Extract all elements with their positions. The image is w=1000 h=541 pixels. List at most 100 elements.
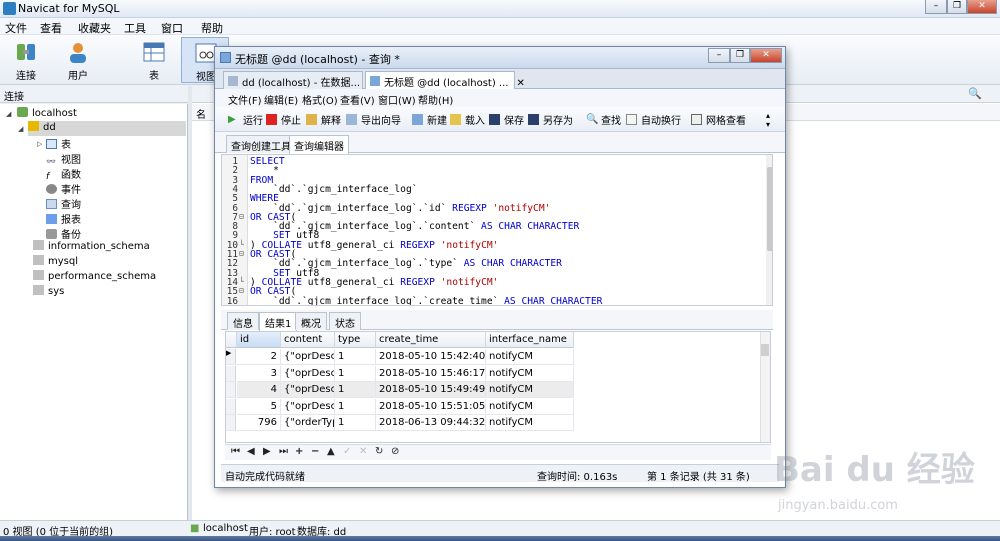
grid-cell[interactable]: 2018-05-10 15:46:17 [376, 365, 486, 382]
row-selector[interactable] [226, 365, 236, 382]
tree-node-performance-schema[interactable]: performance_schema [33, 270, 156, 285]
load-button[interactable]: 载入 [450, 112, 485, 128]
query-menu-window[interactable]: 窗口(W) [378, 92, 416, 107]
column-header-interface-name[interactable]: interface_name [486, 332, 574, 348]
collapse-arrow-icon[interactable]: ◢ [18, 125, 23, 133]
tab-profile[interactable]: 概况 [295, 312, 327, 330]
grid-cell[interactable]: 2018-05-10 15:42:40 [376, 349, 486, 365]
stop-button[interactable]: 停止 [266, 112, 301, 128]
grid-cell[interactable]: notifyCM [486, 382, 574, 398]
table-button[interactable]: 表 [130, 37, 178, 83]
close-tab-icon[interactable]: ✕ [516, 78, 524, 89]
tree-node-functions[interactable]: f 函数 [46, 166, 81, 182]
grid-view-button[interactable]: 网格查看 [691, 112, 746, 128]
export-wizard-button[interactable]: 导出向导 [346, 112, 401, 128]
grid-cell[interactable]: 1 [335, 349, 376, 365]
query-maximize-button[interactable]: ❐ [730, 48, 750, 63]
explain-button[interactable]: 解释 [306, 112, 341, 128]
grid-cell[interactable]: notifyCM [486, 365, 574, 382]
tab-untitled-query[interactable]: 无标题 @dd (localhost) ... ✕ [365, 71, 525, 89]
close-button[interactable]: ✕ [967, 0, 997, 14]
grid-cell[interactable]: notifyCM [486, 415, 574, 431]
save-button[interactable]: 保存 [489, 112, 524, 128]
row-selector[interactable] [226, 382, 236, 398]
grid-cell[interactable]: {"oprDescrip [281, 382, 335, 398]
sql-editor[interactable]: 1 2 3 4 5 6 7 ⊟ 8 9 10 └ 11 ⊟ 12 13 14 └ 15 ⊟ 16 SELECT * FRO… [221, 154, 773, 306]
query-minimize-button[interactable]: – [708, 48, 730, 63]
last-record-icon[interactable]: ⏭ [279, 446, 288, 457]
tree-node-tables[interactable]: 表 [46, 136, 71, 151]
tree-node-queries[interactable]: 查询 [46, 196, 81, 211]
tree-node-information-schema[interactable]: information_schema [33, 240, 150, 255]
tree-node-dd[interactable]: dd [28, 121, 186, 136]
query-menu-edit[interactable]: 编辑(E) [264, 92, 298, 107]
tree-node-mysql[interactable]: mysql [33, 255, 78, 270]
next-record-icon[interactable]: ▶ [263, 446, 271, 457]
grid-cell[interactable]: 1 [335, 365, 376, 382]
user-button[interactable]: 用户 [54, 37, 102, 83]
query-close-button[interactable]: ✕ [750, 48, 782, 63]
tab-query-editor[interactable]: 查询编辑器 [289, 135, 349, 154]
tree-node-events[interactable]: 事件 [46, 181, 81, 196]
editor-scroll-thumb[interactable] [767, 167, 772, 251]
column-header-type[interactable]: type [335, 332, 376, 348]
menu-file[interactable]: 文件 [5, 20, 27, 36]
connect-button[interactable]: 连接 [2, 37, 50, 83]
first-record-icon[interactable]: ⏮ [231, 446, 240, 457]
delete-record-icon[interactable]: − [311, 446, 319, 457]
minimize-button[interactable]: – [925, 0, 947, 14]
tab-dd-localhost[interactable]: dd (localhost) - 在数据...✕ [223, 71, 376, 89]
find-button[interactable]: 🔍 查找 [586, 112, 621, 128]
maximize-button[interactable]: ❐ [947, 0, 967, 14]
tab-result1[interactable]: 结果1 [259, 312, 298, 331]
tree-node-sys[interactable]: sys [33, 285, 64, 300]
grid-cell[interactable]: 1 [335, 398, 376, 415]
menu-view[interactable]: 查看 [40, 20, 62, 36]
grid-cell[interactable]: 2 [237, 349, 281, 365]
grid-cell[interactable]: 2018-05-10 15:49:49 [376, 382, 486, 398]
new-button[interactable]: 新建 [412, 112, 447, 128]
tree-node-views[interactable]: 👓 视图 [46, 151, 81, 166]
collapse-arrow-icon[interactable]: ◢ [6, 110, 11, 118]
refresh-icon[interactable]: ↻ [375, 446, 383, 457]
grid-cell[interactable]: {"oprDescrip [281, 349, 335, 365]
row-selector[interactable] [226, 415, 236, 431]
expand-arrow-icon[interactable]: ▷ [37, 140, 42, 148]
search-icon[interactable]: 🔍 [968, 87, 982, 100]
save-as-button[interactable]: 另存为 [528, 112, 573, 128]
grid-cell[interactable]: {"orderType [281, 415, 335, 431]
tab-query-builder[interactable]: 查询创建工具 [226, 135, 296, 153]
query-menu-format[interactable]: 格式(O) [302, 92, 338, 107]
grid-cell[interactable]: {"oprDescrip [281, 398, 335, 415]
apply-icon[interactable]: ▲ [327, 446, 335, 457]
tree-node-localhost[interactable]: localhost [17, 107, 77, 122]
toolbar-overflow-icon[interactable]: ▴ ▾ [766, 111, 770, 129]
tree-node-backups[interactable]: 备份 [46, 226, 81, 241]
grid-cell[interactable]: 5 [237, 398, 281, 415]
run-button[interactable]: ▶ 运行 [228, 112, 263, 128]
grid-cell[interactable]: notifyCM [486, 398, 574, 415]
column-header-id[interactable]: id [237, 332, 281, 348]
query-menu-file[interactable]: 文件(F) [228, 92, 262, 107]
grid-cell[interactable]: notifyCM [486, 349, 574, 365]
prev-record-icon[interactable]: ◀ [247, 446, 255, 457]
grid-cell[interactable]: 4 [237, 382, 281, 398]
grid-cell[interactable]: {"oprDescrip [281, 365, 335, 382]
add-record-icon[interactable]: + [295, 446, 303, 457]
menu-help[interactable]: 帮助 [201, 20, 223, 36]
grid-scroll-thumb[interactable] [761, 344, 769, 356]
menu-tools[interactable]: 工具 [124, 20, 146, 36]
grid-cell[interactable]: 1 [335, 415, 376, 431]
word-wrap-button[interactable]: 自动换行 [626, 112, 681, 128]
tab-status[interactable]: 状态 [329, 312, 361, 330]
grid-cell[interactable]: 3 [237, 365, 281, 382]
grid-cell[interactable]: 1 [335, 382, 376, 398]
column-header-content[interactable]: content [281, 332, 335, 348]
grid-cell[interactable]: 796 [237, 415, 281, 431]
menu-favorites[interactable]: 收藏夹 [78, 20, 111, 36]
menu-window[interactable]: 窗口 [161, 20, 183, 36]
query-menu-help[interactable]: 帮助(H) [418, 92, 453, 107]
grid-cell[interactable]: 2018-05-10 15:51:05 [376, 398, 486, 415]
tree-node-reports[interactable]: 报表 [46, 211, 81, 226]
column-header-create-time[interactable]: create_time [376, 332, 486, 348]
